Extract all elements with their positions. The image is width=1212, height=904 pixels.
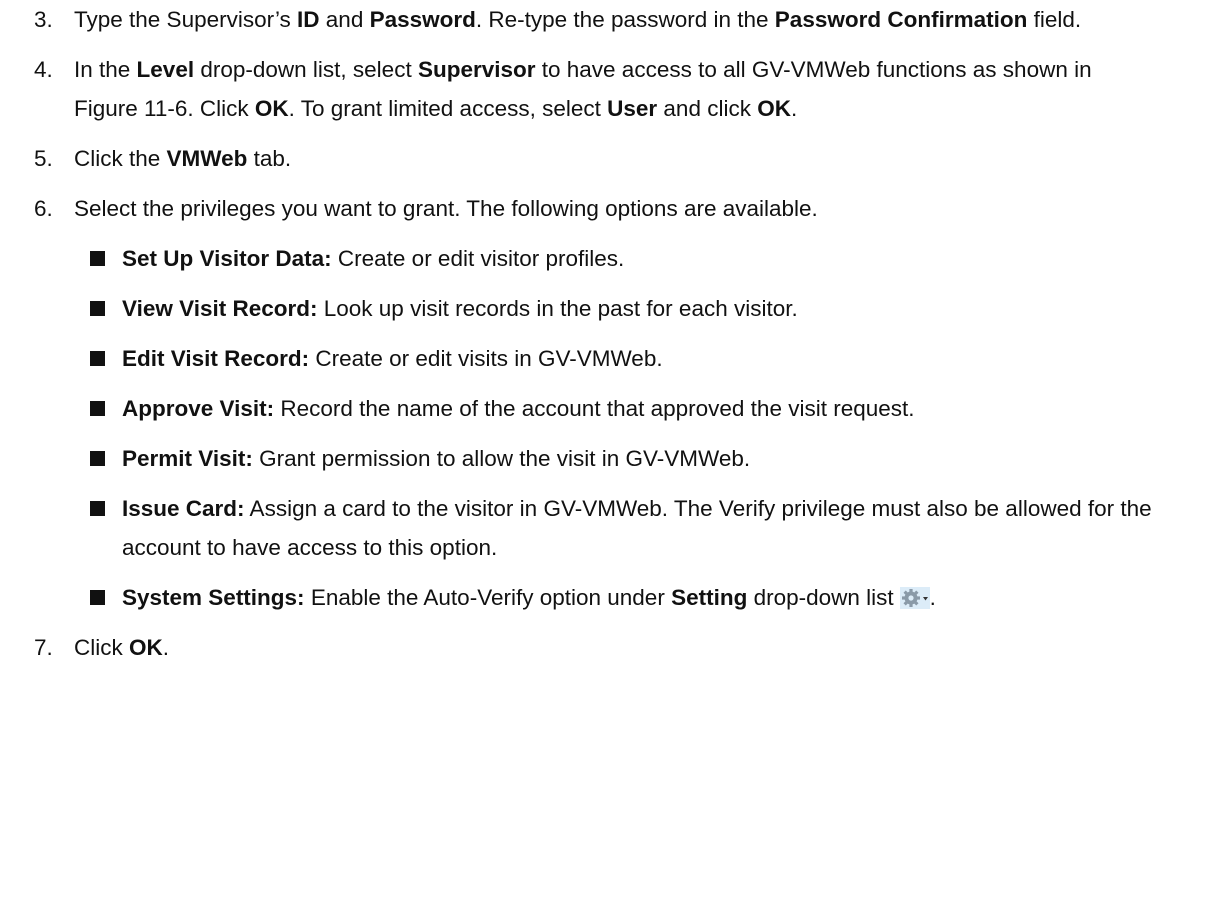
- bullet-square-icon: [90, 401, 105, 416]
- privilege-description: Enable the Auto-Verify option under: [304, 585, 672, 610]
- bullet-square-icon: [90, 251, 105, 266]
- bold-term: User: [607, 96, 658, 121]
- privilege-name: View Visit Record:: [122, 296, 318, 321]
- privilege-item: View Visit Record: Look up visit records…: [0, 289, 1212, 328]
- privilege-description-after: drop-down list: [747, 585, 894, 610]
- privilege-name: Edit Visit Record:: [122, 346, 310, 371]
- privilege-item: Approve Visit: Record the name of the ac…: [0, 389, 1212, 428]
- bold-term: ID: [297, 7, 320, 32]
- privilege-item: Set Up Visitor Data: Create or edit visi…: [0, 239, 1212, 278]
- bold-term: VMWeb: [166, 146, 248, 171]
- step-number: 7.: [34, 635, 53, 660]
- step-text: Click the: [74, 146, 167, 171]
- step-3: 3. Type the Supervisor’s ID and Password.…: [0, 0, 1212, 39]
- bullet-square-icon: [90, 301, 105, 316]
- step-number: 4.: [34, 57, 53, 82]
- step-4: 4. In the Level drop-down list, select Su…: [0, 50, 1212, 128]
- step-text: and click: [657, 96, 758, 121]
- step-number: 6.: [34, 196, 53, 221]
- privilege-item: Issue Card: Assign a card to the visitor…: [0, 489, 1212, 567]
- step-text: .: [790, 96, 798, 121]
- privileges-list: Set Up Visitor Data: Create or edit visi…: [0, 239, 1212, 617]
- gear-dropdown-icon: [899, 582, 930, 609]
- step-text: and: [319, 7, 370, 32]
- bold-term: Supervisor: [417, 57, 536, 82]
- setting-label: Setting: [671, 585, 748, 610]
- privilege-description: Grant permission to allow the visit in G…: [252, 446, 751, 471]
- bullet-square-icon: [90, 351, 105, 366]
- step-text: Select the privileges you want to grant.…: [74, 196, 818, 221]
- step-text: Click: [74, 635, 129, 660]
- privilege-description: Record the name of the account that appr…: [274, 396, 915, 421]
- privilege-name: Issue Card:: [122, 496, 245, 521]
- privilege-item-system-settings: System Settings: Enable the Auto-Verify …: [0, 578, 1212, 617]
- step-text: In the: [74, 57, 137, 82]
- step-end: .: [162, 635, 170, 660]
- privilege-name: Permit Visit:: [122, 446, 253, 471]
- step-text: tab.: [247, 146, 292, 171]
- privilege-name: System Settings:: [122, 585, 305, 610]
- sentence-end: .: [929, 585, 936, 610]
- bullet-square-icon: [90, 590, 105, 605]
- step-5: 5. Click the VMWeb tab.: [0, 139, 1212, 178]
- privilege-name: Set Up Visitor Data:: [122, 246, 332, 271]
- privilege-description: Create or edit visitor profiles.: [331, 246, 625, 271]
- step-text: field.: [1027, 7, 1082, 32]
- privilege-description: Assign a card to the visitor in GV-VMWeb…: [122, 496, 1152, 560]
- step-text: . Re-type the password in the: [475, 7, 775, 32]
- step-text: . To grant limited access, select: [288, 96, 608, 121]
- bold-term: OK: [254, 96, 289, 121]
- privilege-item: Edit Visit Record: Create or edit visits…: [0, 339, 1212, 378]
- bold-term: Level: [136, 57, 195, 82]
- step-number: 3.: [34, 7, 53, 32]
- step-text: drop-down list, select: [194, 57, 418, 82]
- bold-term: Password Confirmation: [774, 7, 1028, 32]
- steps-list: 3. Type the Supervisor’s ID and Password.…: [0, 0, 1212, 228]
- step-number: 5.: [34, 146, 53, 171]
- step-text: Type the Supervisor’s: [74, 7, 298, 32]
- step-7: 7. Click OK.: [0, 628, 1212, 667]
- privilege-description: Look up visit records in the past for ea…: [317, 296, 798, 321]
- bold-term: Password: [369, 7, 476, 32]
- bullet-square-icon: [90, 501, 105, 516]
- privilege-item: Permit Visit: Grant permission to allow …: [0, 439, 1212, 478]
- manual-page: 3. Type the Supervisor’s ID and Password.…: [0, 0, 1212, 678]
- ok-label: OK: [129, 635, 163, 660]
- bullet-square-icon: [90, 451, 105, 466]
- privilege-description: Create or edit visits in GV-VMWeb.: [309, 346, 663, 371]
- privilege-name: Approve Visit:: [122, 396, 275, 421]
- bold-term: OK: [757, 96, 791, 121]
- step-6: 6. Select the privileges you want to gran…: [0, 189, 1212, 228]
